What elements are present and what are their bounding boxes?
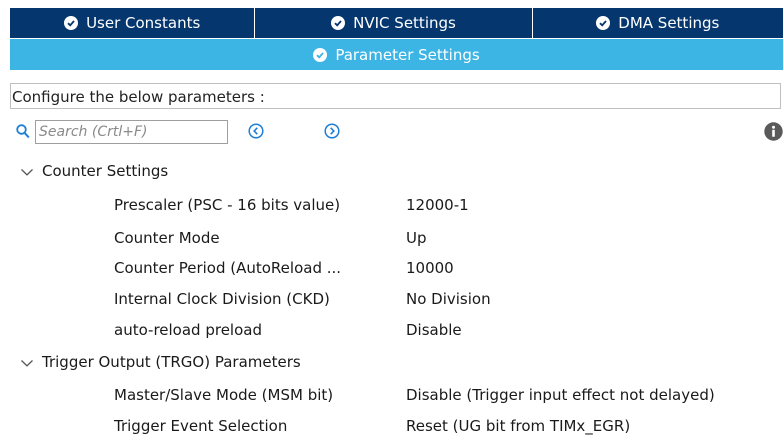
arrow-left-circle-icon[interactable]	[248, 123, 264, 139]
param-label[interactable]: Trigger Event Selection	[114, 414, 287, 438]
search-toolbar	[10, 118, 783, 146]
tab-label: Parameter Settings	[335, 45, 480, 64]
param-label[interactable]: Internal Clock Division (CKD)	[114, 287, 330, 311]
tab-bar: User Constants NVIC Settings DMA Setting…	[10, 8, 783, 38]
check-circle-icon	[313, 47, 328, 62]
group-title: Counter Settings	[42, 162, 169, 180]
param-value[interactable]: Up	[406, 226, 427, 250]
tab-nvic-settings[interactable]: NVIC Settings	[254, 8, 531, 38]
param-label[interactable]: auto-reload preload	[114, 318, 262, 342]
tab-user-constants[interactable]: User Constants	[10, 8, 254, 38]
check-circle-icon	[64, 16, 79, 30]
param-value[interactable]: Disable (Trigger input effect not delaye…	[406, 383, 715, 407]
tab-parameter-settings[interactable]: Parameter Settings	[10, 39, 783, 70]
param-label[interactable]: Master/Slave Mode (MSM bit)	[114, 383, 333, 407]
configure-header: Configure the below parameters :	[10, 83, 781, 109]
group-counter-settings[interactable]: Counter Settings	[10, 159, 168, 183]
param-value[interactable]: 10000	[406, 256, 454, 280]
param-label[interactable]: Counter Period (AutoReload ...	[114, 256, 341, 280]
tab-dma-settings[interactable]: DMA Settings	[531, 8, 783, 38]
group-trigger-output[interactable]: Trigger Output (TRGO) Parameters	[10, 350, 301, 374]
chevron-down-icon	[21, 359, 33, 367]
check-circle-icon	[331, 16, 346, 30]
param-label[interactable]: Prescaler (PSC - 16 bits value)	[114, 193, 340, 217]
search-input[interactable]	[35, 120, 228, 144]
tab-label: DMA Settings	[618, 14, 720, 32]
chevron-down-icon	[21, 168, 33, 176]
check-circle-icon	[596, 16, 611, 30]
arrow-right-circle-icon[interactable]	[324, 123, 340, 139]
group-title: Trigger Output (TRGO) Parameters	[42, 353, 301, 371]
info-icon[interactable]	[764, 122, 783, 141]
search-icon[interactable]	[16, 124, 30, 143]
param-value[interactable]: Disable	[406, 318, 462, 342]
param-value[interactable]: 12000-1	[406, 193, 469, 217]
tab-label: NVIC Settings	[353, 14, 456, 32]
param-label[interactable]: Counter Mode	[114, 226, 220, 250]
param-value[interactable]: No Division	[406, 287, 491, 311]
param-value[interactable]: Reset (UG bit from TIMx_EGR)	[406, 414, 630, 438]
tab-label: User Constants	[86, 14, 201, 32]
